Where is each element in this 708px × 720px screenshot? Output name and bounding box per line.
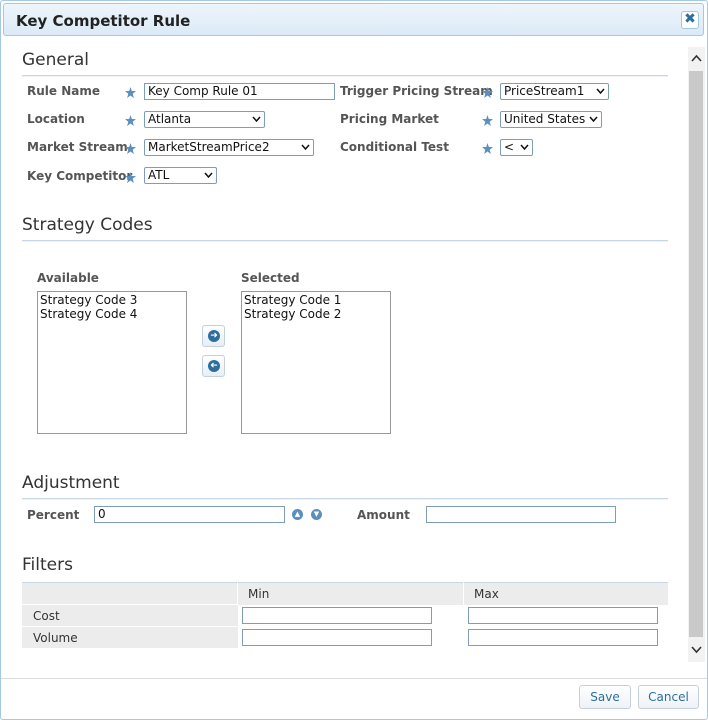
table-row: Volume: [22, 626, 669, 649]
percent-label: Percent: [27, 508, 80, 522]
strategy-divider: [22, 240, 668, 242]
list-item[interactable]: Strategy Code 2: [244, 307, 388, 321]
chevron-down-icon: [204, 172, 213, 178]
chevron-down-icon: [301, 144, 310, 150]
close-icon: ✖: [684, 11, 696, 27]
available-label: Available: [37, 271, 99, 285]
footer-divider: [1, 678, 707, 679]
key-competitor-rule-dialog: Key Competitor Rule ✖ General Rule Name …: [0, 0, 708, 720]
selected-label: Selected: [241, 271, 300, 285]
scroll-up-icon[interactable]: [691, 53, 702, 64]
required-star-icon: [482, 87, 493, 98]
key-competitor-label: Key Competitor: [27, 169, 133, 183]
arrow-right-icon: ➜: [208, 330, 220, 342]
filters-row-label: Cost: [22, 604, 238, 627]
volume-max-input[interactable]: [467, 628, 658, 646]
filters-min-cell: [238, 627, 464, 649]
increase-percent-icon[interactable]: ▲: [292, 509, 303, 520]
arrow-left-icon: ➜: [208, 360, 220, 372]
market-stream-label: Market Stream: [27, 140, 128, 154]
save-button[interactable]: Save: [579, 685, 631, 709]
dialog-content: General Rule Name Key Comp Rule 01 Trigg…: [1, 38, 687, 668]
trigger-pricing-stream-label: Trigger Pricing Stream: [340, 84, 493, 98]
decrease-percent-icon[interactable]: ▼: [311, 509, 322, 520]
market-stream-select[interactable]: MarketStreamPrice2: [144, 139, 314, 156]
required-star-icon: [482, 143, 493, 154]
close-button[interactable]: ✖: [681, 11, 699, 29]
required-star-icon: [125, 87, 136, 98]
general-section-title: General: [22, 50, 89, 70]
filters-row-label: Volume: [22, 626, 238, 648]
required-star-icon: [125, 172, 136, 183]
volume-min-input[interactable]: [241, 628, 432, 646]
chevron-down-icon: [596, 88, 605, 94]
dialog-title: Key Competitor Rule: [16, 12, 191, 30]
filters-header-min: Min: [237, 582, 464, 605]
conditional-test-value: <: [504, 140, 515, 154]
required-star-icon: [125, 143, 136, 154]
pricing-market-value: United States: [504, 112, 586, 126]
chevron-down-icon: [589, 116, 598, 122]
move-right-button[interactable]: ➜: [202, 325, 225, 347]
chevron-down-icon: [252, 116, 261, 122]
market-stream-value: MarketStreamPrice2: [148, 140, 270, 154]
location-label: Location: [27, 112, 85, 126]
filters-max-cell: [464, 605, 669, 627]
required-star-icon: [482, 115, 493, 126]
general-divider: [22, 75, 668, 77]
list-item[interactable]: Strategy Code 4: [40, 307, 184, 321]
dialog-titlebar: Key Competitor Rule ✖: [3, 3, 704, 36]
strategy-codes-section-title: Strategy Codes: [22, 215, 153, 235]
filters-section-title: Filters: [22, 555, 73, 575]
filters-max-cell: [464, 627, 669, 649]
filters-header-empty: [22, 582, 238, 605]
available-listbox[interactable]: Strategy Code 3 Strategy Code 4: [37, 291, 187, 434]
amount-input[interactable]: [426, 506, 616, 523]
required-star-icon: [125, 115, 136, 126]
location-value: Atlanta: [148, 112, 192, 126]
scrollbar-thumb[interactable]: [689, 71, 703, 637]
cost-max-input[interactable]: [467, 607, 658, 624]
filters-header-max: Max: [463, 582, 668, 605]
location-select[interactable]: Atlanta: [144, 111, 265, 128]
chevron-down-icon: [520, 144, 529, 150]
cancel-button[interactable]: Cancel: [638, 685, 699, 709]
key-competitor-value: ATL: [148, 168, 170, 182]
list-item[interactable]: Strategy Code 3: [40, 293, 184, 307]
key-competitor-select[interactable]: ATL: [144, 167, 217, 184]
pricing-market-label: Pricing Market: [340, 112, 439, 126]
trigger-pricing-stream-value: PriceStream1: [504, 84, 585, 98]
conditional-test-label: Conditional Test: [340, 140, 449, 154]
move-left-button[interactable]: ➜: [202, 355, 225, 377]
rule-name-label: Rule Name: [27, 84, 100, 98]
vertical-scrollbar[interactable]: [688, 47, 705, 662]
table-row: Cost: [22, 604, 669, 627]
selected-listbox[interactable]: Strategy Code 1 Strategy Code 2: [241, 291, 391, 434]
cost-min-input[interactable]: [241, 607, 432, 624]
trigger-pricing-stream-select[interactable]: PriceStream1: [500, 83, 609, 100]
filters-min-cell: [238, 605, 464, 627]
list-item[interactable]: Strategy Code 1: [244, 293, 388, 307]
adjustment-divider: [22, 498, 668, 500]
conditional-test-select[interactable]: <: [500, 139, 533, 156]
rule-name-input[interactable]: Key Comp Rule 01: [144, 83, 335, 100]
percent-input[interactable]: 0: [94, 506, 285, 523]
pricing-market-select[interactable]: United States: [500, 111, 602, 128]
amount-label: Amount: [357, 508, 410, 522]
adjustment-section-title: Adjustment: [22, 473, 120, 493]
scroll-down-icon[interactable]: [691, 644, 702, 655]
filters-table: Min Max Cost Volume: [22, 582, 668, 648]
